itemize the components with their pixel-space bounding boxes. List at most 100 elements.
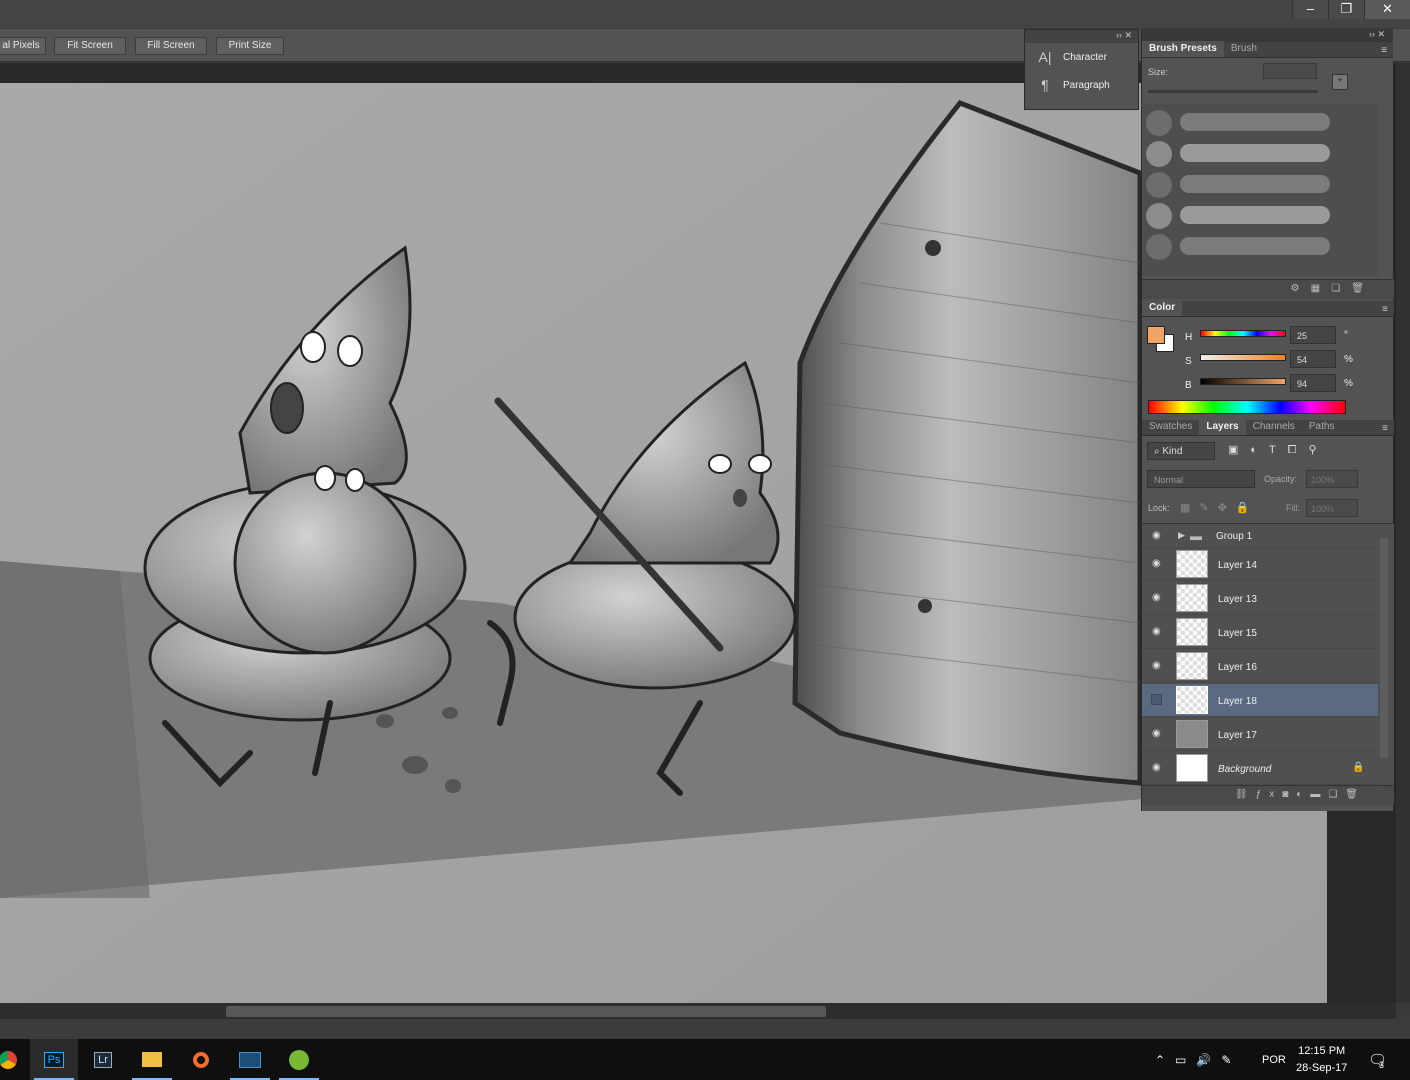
visibility-eye-icon[interactable]: ◉ bbox=[1152, 626, 1161, 637]
brush-settings-icon[interactable]: ⚙ bbox=[1291, 283, 1300, 294]
document-canvas-area[interactable] bbox=[0, 63, 1327, 1003]
layer-filter-value: Kind bbox=[1162, 446, 1183, 457]
brush-preset[interactable] bbox=[1146, 137, 1376, 167]
layer-filter-icons[interactable]: ▣◐T⧠⚲ bbox=[1228, 443, 1329, 457]
layer-row[interactable]: ◉ Layer 14 bbox=[1142, 548, 1378, 581]
right-edge-scrollbar[interactable] bbox=[1396, 63, 1410, 1003]
system-tray-icons[interactable]: ⌃▭🔊✎ bbox=[1155, 1039, 1241, 1080]
visibility-eye-icon[interactable]: ◉ bbox=[1152, 530, 1161, 541]
tab-brush[interactable]: Brush bbox=[1224, 41, 1264, 57]
visibility-eye-icon[interactable]: ◉ bbox=[1152, 728, 1161, 739]
visibility-eye-icon[interactable]: ◉ bbox=[1152, 762, 1161, 773]
brush-footer: ⚙ ▦ ❏ 🗑 bbox=[1142, 279, 1394, 299]
tab-color[interactable]: Color bbox=[1142, 300, 1183, 316]
layer-row[interactable]: ◉ Layer 17 bbox=[1142, 718, 1378, 751]
restore-button[interactable]: ❐ bbox=[1328, 0, 1364, 19]
tab-brush-presets[interactable]: Brush Presets bbox=[1142, 41, 1224, 57]
brush-preset[interactable] bbox=[1146, 199, 1376, 229]
fill-field[interactable]: 100% bbox=[1306, 499, 1358, 517]
layer-thumbnail bbox=[1176, 550, 1208, 578]
saturation-field[interactable]: 54 bbox=[1290, 350, 1336, 368]
trash-icon[interactable]: 🗑 bbox=[1351, 283, 1364, 294]
photoshop-taskbar-icon[interactable]: Ps bbox=[30, 1039, 78, 1080]
brush-preset[interactable] bbox=[1146, 106, 1376, 136]
lightroom-taskbar-icon[interactable]: Lr bbox=[79, 1039, 127, 1080]
utorrent-icon[interactable] bbox=[275, 1039, 323, 1080]
layer-row[interactable]: ◉ Layer 13 bbox=[1142, 582, 1378, 615]
chrome-icon[interactable] bbox=[0, 1039, 32, 1080]
layer-name: Layer 13 bbox=[1218, 594, 1257, 605]
hue-field[interactable]: 25 bbox=[1290, 326, 1336, 344]
layers-footer-icons[interactable]: ⛓ƒx◙◐▬❏🗑 bbox=[1142, 785, 1394, 805]
panel-menu-icon[interactable]: ≡ bbox=[1382, 304, 1388, 315]
layer-row-group[interactable]: ◉ ▶ ▬ Group 1 bbox=[1142, 524, 1378, 548]
character-panel-button[interactable]: A| Character bbox=[1025, 43, 1138, 71]
clock-date: 28-Sep-17 bbox=[1296, 1061, 1348, 1074]
notification-center-icon[interactable]: 🗨 3 bbox=[1368, 1039, 1387, 1080]
layer-filter-select[interactable]: ⌕ Kind bbox=[1147, 442, 1215, 460]
actual-pixels-button[interactable]: al Pixels bbox=[0, 37, 46, 55]
visibility-eye-icon[interactable]: ◉ bbox=[1152, 558, 1161, 569]
layer-row[interactable]: ◉ Layer 16 bbox=[1142, 650, 1378, 683]
visibility-eye-icon[interactable]: ◉ bbox=[1152, 660, 1161, 671]
panel-menu-icon[interactable]: ≡ bbox=[1381, 45, 1387, 56]
brush-preset-list[interactable] bbox=[1142, 104, 1378, 276]
layer-name: Group 1 bbox=[1216, 531, 1253, 542]
horizontal-scrollbar[interactable] bbox=[0, 1003, 1396, 1019]
brightness-row: B 94 % bbox=[1142, 374, 1394, 398]
visibility-eye-icon[interactable]: ◉ bbox=[1152, 592, 1161, 603]
minimize-button[interactable]: – bbox=[1292, 0, 1328, 19]
lock-icons[interactable]: ▦✎✥🔒 bbox=[1180, 501, 1259, 514]
layer-row-selected[interactable]: Layer 18 bbox=[1142, 684, 1378, 717]
tab-swatches[interactable]: Swatches bbox=[1142, 419, 1199, 435]
new-icon[interactable]: ❏ bbox=[1331, 283, 1340, 294]
paragraph-panel-button[interactable]: ¶ Paragraph bbox=[1025, 71, 1138, 99]
panel-header[interactable]: ›› ✕ bbox=[1025, 30, 1138, 43]
brush-preset[interactable] bbox=[1146, 230, 1376, 260]
clock[interactable]: 12:15 PM 28-Sep-17 bbox=[1296, 1039, 1347, 1080]
status-bar bbox=[0, 1019, 1410, 1039]
file-explorer-icon[interactable] bbox=[128, 1039, 176, 1080]
hue-unit: ° bbox=[1344, 330, 1348, 341]
brush-size-field[interactable] bbox=[1263, 63, 1317, 79]
layers-scrollbar[interactable] bbox=[1380, 538, 1388, 758]
character-label: Character bbox=[1063, 51, 1107, 63]
tab-layers[interactable]: Layers bbox=[1199, 419, 1246, 435]
paragraph-icon: ¶ bbox=[1041, 77, 1049, 93]
close-button[interactable]: ✕ bbox=[1364, 0, 1410, 19]
layer-row-background[interactable]: ◉ Background 🔒 bbox=[1142, 752, 1378, 785]
layers-list[interactable]: ◉ ▶ ▬ Group 1 ◉ Layer 14 ◉ Layer 13 ◉ La… bbox=[1142, 523, 1394, 785]
horizontal-scroll-thumb[interactable] bbox=[226, 1006, 826, 1017]
hue-slider[interactable] bbox=[1200, 330, 1286, 337]
language-indicator[interactable]: POR bbox=[1262, 1039, 1286, 1080]
layer-row[interactable]: ◉ Layer 15 bbox=[1142, 616, 1378, 649]
origin-icon[interactable] bbox=[177, 1039, 225, 1080]
blend-mode-select[interactable]: Normal bbox=[1147, 470, 1255, 488]
layer-name: Layer 16 bbox=[1218, 662, 1257, 673]
fill-screen-button[interactable]: Fill Screen bbox=[135, 37, 207, 55]
new-brush-icon[interactable]: + bbox=[1332, 74, 1348, 90]
visibility-toggle-off[interactable] bbox=[1151, 694, 1162, 705]
brightness-field[interactable]: 94 bbox=[1290, 374, 1336, 392]
folder-icon: ▬ bbox=[1190, 529, 1202, 543]
expand-arrow-icon[interactable]: ▶ bbox=[1178, 530, 1185, 541]
layer-thumbnail bbox=[1176, 618, 1208, 646]
tab-channels[interactable]: Channels bbox=[1246, 419, 1302, 435]
grid-icon[interactable]: ▦ bbox=[1311, 283, 1320, 294]
monitor-app-icon[interactable] bbox=[226, 1039, 274, 1080]
layer-name: Layer 14 bbox=[1218, 560, 1257, 571]
brightness-slider[interactable] bbox=[1200, 378, 1286, 385]
tab-paths[interactable]: Paths bbox=[1302, 419, 1342, 435]
layer-thumbnail bbox=[1176, 652, 1208, 680]
fit-screen-button[interactable]: Fit Screen bbox=[54, 37, 126, 55]
brush-preset[interactable] bbox=[1146, 168, 1376, 198]
opacity-field[interactable]: 100% bbox=[1306, 470, 1358, 488]
print-size-button[interactable]: Print Size bbox=[216, 37, 284, 55]
clock-time: 12:15 PM bbox=[1298, 1044, 1346, 1057]
panel-menu-icon[interactable]: ≡ bbox=[1382, 423, 1388, 434]
color-spectrum-ramp[interactable] bbox=[1148, 400, 1346, 414]
layer-name: Layer 17 bbox=[1218, 730, 1257, 741]
saturation-slider[interactable] bbox=[1200, 354, 1286, 361]
brush-size-slider[interactable] bbox=[1148, 90, 1318, 93]
canvas-artwork[interactable] bbox=[0, 83, 1327, 1003]
